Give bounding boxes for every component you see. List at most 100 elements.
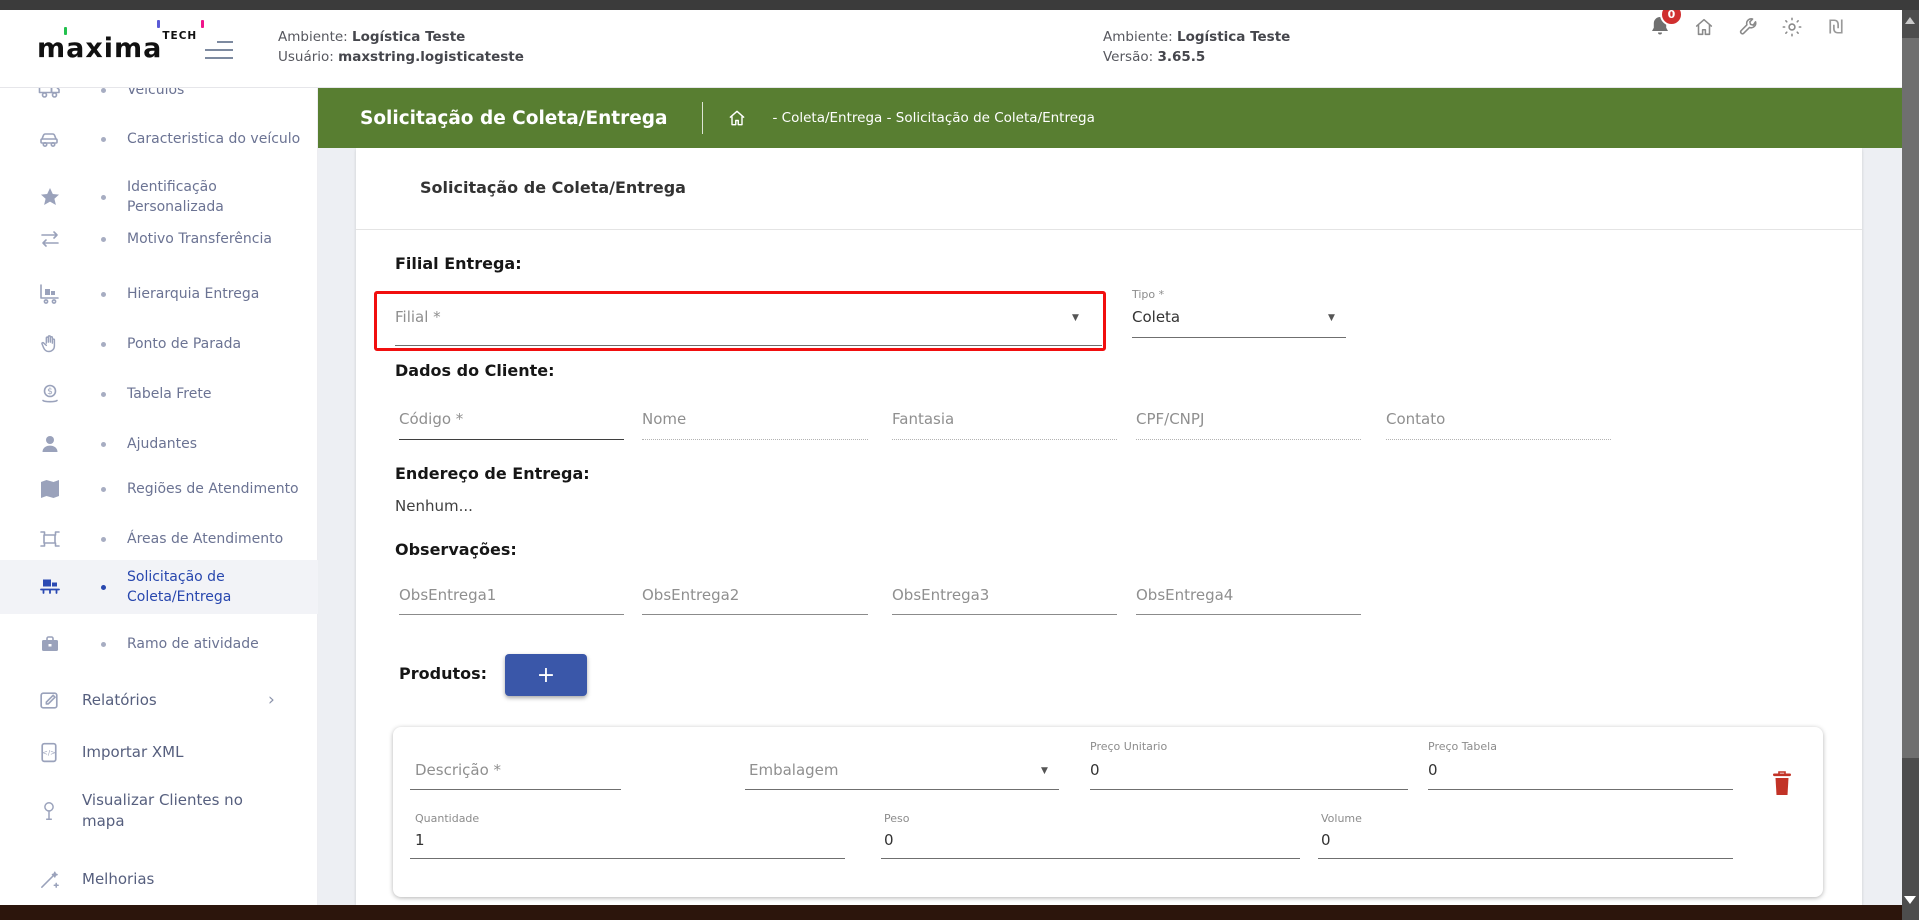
page-header-bar: Solicitação de Coleta/Entrega - Coleta/E…	[318, 88, 1902, 148]
scrollbar-thumb[interactable]	[1902, 38, 1919, 758]
sidebar-item-label: Melhorias	[82, 869, 272, 890]
obs1-underline	[399, 614, 624, 615]
sidebar: Veículos Caracteristica do veículo Ident…	[0, 10, 318, 905]
sidebar-item-label: Identificação Personalizada	[127, 177, 307, 217]
shekel-icon[interactable]: ₪	[1824, 12, 1848, 42]
tipo-label: Tipo *	[1132, 288, 1164, 301]
sidebar-item-melhorias[interactable]: Melhorias	[0, 866, 318, 892]
preco-unitario-value: 0	[1090, 761, 1100, 779]
fantasia-underline	[892, 439, 1117, 440]
home-icon[interactable]	[727, 108, 747, 128]
chevron-down-icon: ▼	[1041, 766, 1048, 776]
hand-icon	[38, 332, 62, 356]
bullet-icon	[101, 392, 106, 397]
vertical-scrollbar[interactable]	[1902, 0, 1919, 920]
area-icon	[38, 527, 62, 551]
sidebar-item-importar-xml[interactable]: </> Importar XML	[0, 739, 318, 765]
header-icon-row: 0 ₪	[1648, 12, 1848, 42]
bullet-icon	[101, 88, 106, 93]
map-icon	[38, 477, 62, 501]
breadcrumb: - Coleta/Entrega - Solicitação de Coleta…	[773, 110, 1095, 126]
nome-underline	[642, 439, 868, 440]
descricao-placeholder: Descrição *	[415, 761, 501, 779]
app-window: Veículos Caracteristica do veículo Ident…	[0, 0, 1919, 920]
bullet-icon	[101, 537, 106, 542]
product-row-card: Descrição * Embalagem ▼ Preço Unitario 0…	[393, 727, 1823, 897]
preco-unitario-underline	[1090, 789, 1408, 790]
sidebar-item-motivo-transferencia[interactable]: Motivo Transferência	[0, 227, 318, 251]
delete-product-button[interactable]	[1770, 769, 1794, 797]
sidebar-item-caracteristica-veiculo[interactable]: Caracteristica do veículo	[0, 127, 318, 151]
scroll-up-arrow-icon[interactable]	[1905, 17, 1915, 24]
form-panel: Solicitação de Coleta/Entrega Filial Ent…	[356, 148, 1862, 905]
sidebar-item-ramo-atividade[interactable]: Ramo de atividade	[0, 632, 318, 656]
chevron-down-icon: ▼	[1328, 313, 1335, 323]
bullet-icon	[101, 487, 106, 492]
scroll-down-arrow-icon[interactable]	[1904, 896, 1916, 904]
add-product-button[interactable]: +	[505, 654, 587, 696]
svg-text:</>: </>	[42, 749, 56, 757]
section-heading-endereco: Endereço de Entrega:	[395, 464, 590, 483]
main-content: Solicitação de Coleta/Entrega Filial Ent…	[318, 148, 1902, 905]
logo-tick	[157, 20, 160, 28]
bell-icon[interactable]: 0	[1648, 12, 1672, 42]
logo-text: maxima	[37, 33, 162, 64]
sidebar-item-solicitacao-coleta-entrega[interactable]: Solicitação de Coleta/Entrega	[0, 560, 318, 614]
cpf-cnpj-placeholder: CPF/CNPJ	[1136, 410, 1204, 428]
volume-value: 0	[1321, 831, 1331, 849]
tipo-underline	[1132, 337, 1346, 338]
person-icon	[38, 432, 62, 456]
wrench-icon[interactable]	[1736, 12, 1760, 42]
briefcase-icon	[38, 632, 62, 656]
volume-underline	[1318, 858, 1733, 859]
window-bottom-edge	[0, 905, 1902, 920]
logo-tick	[64, 27, 67, 35]
sidebar-item-hierarquia-entrega[interactable]: Hierarquia Entrega	[0, 282, 318, 306]
embalagem-underline	[745, 789, 1059, 790]
plus-icon: +	[537, 663, 555, 688]
section-heading-produtos: Produtos:	[399, 664, 487, 683]
preco-unitario-label: Preço Unitario	[1090, 740, 1167, 753]
sidebar-item-ponto-de-parada[interactable]: Ponto de Parada	[0, 332, 318, 356]
app-logo: maximaTECH	[37, 30, 197, 64]
preco-tabela-label: Preço Tabela	[1428, 740, 1497, 753]
sidebar-item-label: Hierarquia Entrega	[127, 284, 307, 304]
sidebar-item-areas-atendimento[interactable]: Áreas de Atendimento	[0, 527, 318, 551]
sidebar-item-relatorios[interactable]: Relatórios ›	[0, 687, 318, 713]
sidebar-item-identificacao-personalizada[interactable]: Identificação Personalizada	[0, 177, 318, 217]
sidebar-item-label: Tabela Frete	[127, 384, 307, 404]
chevron-right-icon: ›	[268, 690, 275, 710]
money-icon: $	[38, 382, 62, 406]
sidebar-item-label: Caracteristica do veículo	[127, 129, 307, 149]
divider	[356, 229, 1862, 230]
top-header: maximaTECH Ambiente: Logística Teste Usu…	[0, 10, 1902, 88]
bullet-icon	[101, 292, 106, 297]
star-icon	[38, 185, 62, 209]
transfer-icon	[38, 227, 62, 251]
handcart-icon	[38, 282, 62, 306]
quantidade-label: Quantidade	[415, 812, 479, 825]
quantidade-underline	[410, 858, 845, 859]
obs2-underline	[642, 614, 868, 615]
contato-placeholder: Contato	[1386, 410, 1445, 428]
logo-sub-text: TECH	[162, 30, 197, 42]
sidebar-item-tabela-frete[interactable]: $ Tabela Frete	[0, 382, 318, 406]
wand-icon	[36, 866, 62, 892]
sidebar-item-visualizar-clientes-mapa[interactable]: Visualizar Clientes no mapa	[0, 790, 318, 832]
obs-entrega2-placeholder: ObsEntrega2	[642, 586, 739, 604]
bullet-icon	[101, 237, 106, 242]
annotation-rect	[374, 291, 1106, 351]
bullet-icon	[101, 585, 106, 590]
home-icon[interactable]	[1692, 12, 1716, 42]
pallet-icon	[38, 575, 62, 599]
filial-underline	[395, 345, 1102, 346]
section-heading-filial: Filial Entrega:	[395, 254, 522, 273]
menu-toggle-icon[interactable]	[205, 41, 233, 59]
sidebar-item-regioes-atendimento[interactable]: Regiões de Atendimento	[0, 477, 318, 501]
bullet-icon	[101, 642, 106, 647]
contato-underline	[1386, 439, 1611, 440]
obs-entrega1-placeholder: ObsEntrega1	[399, 586, 496, 604]
gear-icon[interactable]	[1780, 12, 1804, 42]
car-icon	[38, 127, 62, 151]
sidebar-item-ajudantes[interactable]: Ajudantes	[0, 432, 318, 456]
